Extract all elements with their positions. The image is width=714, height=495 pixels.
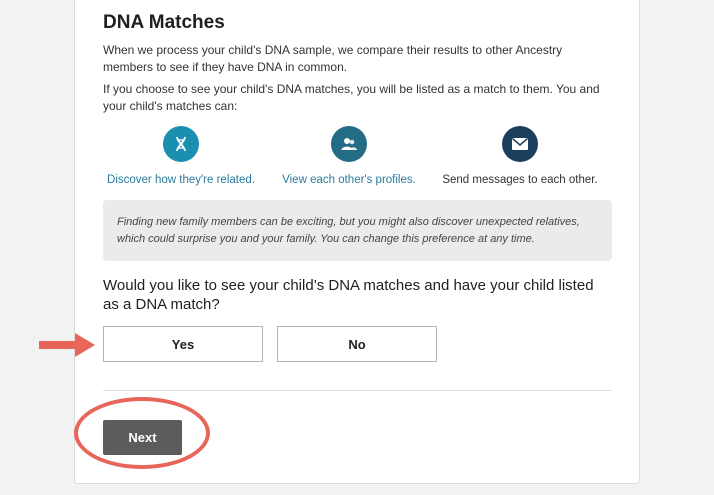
dna-icon (163, 126, 199, 162)
divider (103, 390, 612, 391)
explain-text: If you choose to see your child's DNA ma… (103, 82, 600, 113)
feature-messages: Send messages to each other. (435, 126, 605, 186)
section-title: DNA Matches (103, 12, 225, 33)
pointer-arrow-icon (39, 333, 95, 357)
feature-profiles-label: View each other's profiles. (282, 174, 416, 186)
feature-discover: Discover how they're related. (96, 126, 266, 186)
no-button[interactable]: No (277, 326, 437, 362)
envelope-icon (502, 126, 538, 162)
profiles-icon (331, 126, 367, 162)
feature-profiles: View each other's profiles. (264, 126, 434, 186)
intro-text: When we process your child's DNA sample,… (103, 43, 563, 74)
consent-question: Would you like to see your child’s DNA m… (103, 277, 594, 313)
yes-button[interactable]: Yes (103, 326, 263, 362)
next-button[interactable]: Next (103, 420, 182, 455)
warning-note: Finding new family members can be exciti… (103, 200, 612, 261)
feature-discover-label: Discover how they're related. (107, 174, 255, 186)
feature-messages-label: Send messages to each other. (442, 174, 598, 186)
